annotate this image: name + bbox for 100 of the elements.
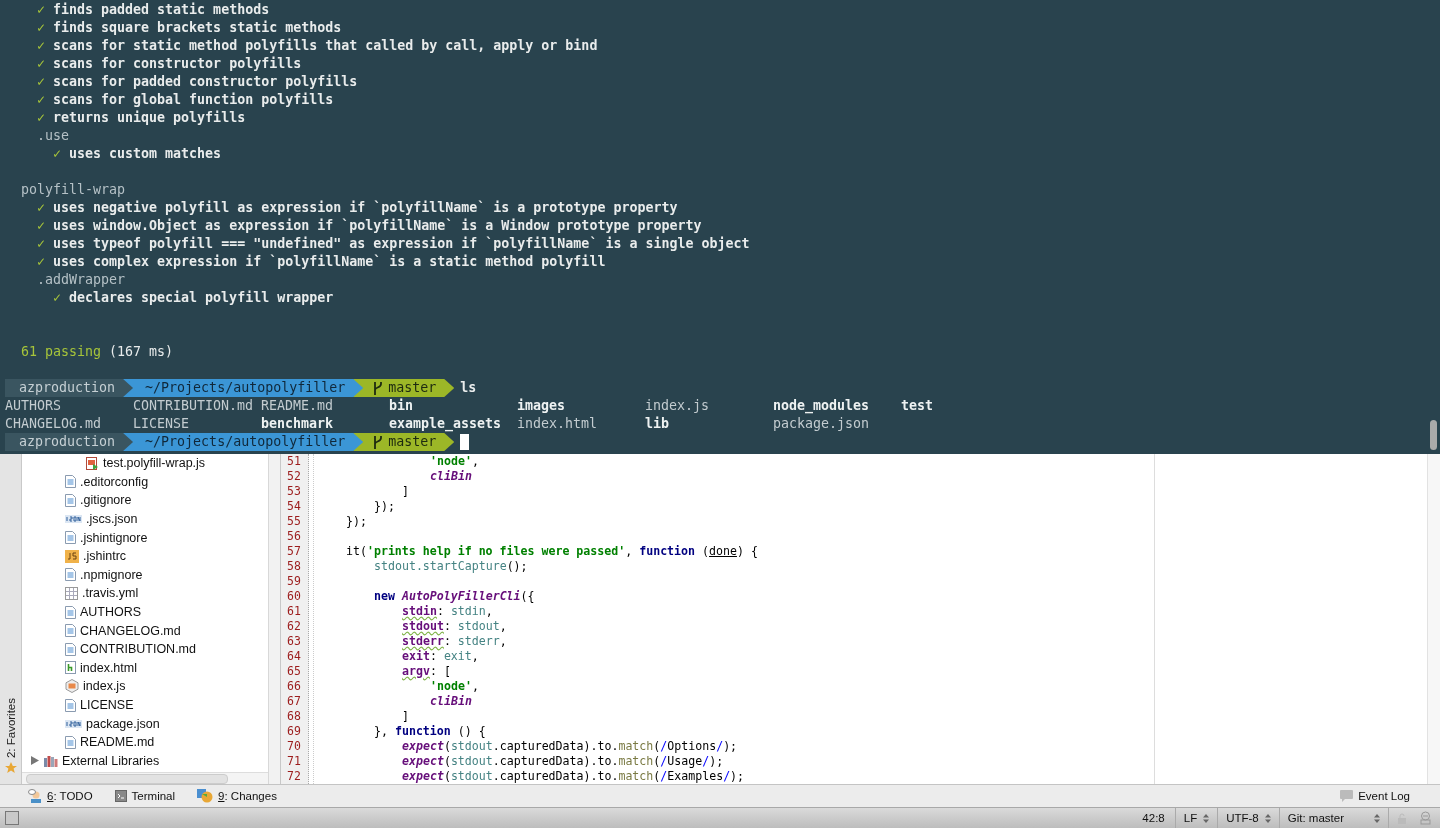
file-icon xyxy=(65,735,76,749)
file-name: AUTHORS xyxy=(5,397,63,415)
command-text: ls xyxy=(460,379,477,397)
prompt-path-segment: ~/Projects/autopolyfiller xyxy=(123,379,364,397)
line-number: 67 xyxy=(286,694,302,709)
check-mark: ✓ xyxy=(37,55,45,73)
file-icon xyxy=(65,475,76,489)
passing-count: 61 passing xyxy=(21,343,102,361)
tree-item[interactable]: .jshintignore xyxy=(80,530,148,545)
file-icon xyxy=(65,494,76,507)
tree-item[interactable]: test.polyfill-wrap.js xyxy=(103,456,206,471)
code-line: expect(stdout.capturedData).to.match(/Examples/); xyxy=(401,769,746,784)
check-mark: ✓ xyxy=(37,91,45,109)
line-number: 63 xyxy=(286,634,302,649)
line-separator-selector[interactable]: LF xyxy=(1183,812,1198,824)
suite-title: polyfill-wrap xyxy=(21,181,126,199)
test-result: uses custom matches xyxy=(69,145,222,163)
directory-name: bin xyxy=(389,397,415,415)
tool-window-button[interactable]: 6: TODO xyxy=(28,789,93,803)
tool-window-button[interactable]: Terminal xyxy=(114,790,176,802)
line-number: 65 xyxy=(286,664,302,679)
json-file-icon xyxy=(65,515,82,524)
line-number: 53 xyxy=(286,484,302,499)
suite-title: .use xyxy=(37,127,70,145)
tree-item[interactable]: README.md xyxy=(80,735,155,750)
code-line: new AutoPolyFillerCli({ xyxy=(373,589,536,604)
lock-icon[interactable] xyxy=(1397,812,1407,824)
directory-name: node_modules xyxy=(773,397,871,415)
tree-item[interactable]: index.js xyxy=(83,679,126,694)
file-name: index.html xyxy=(517,415,599,433)
tree-item[interactable]: CHANGELOG.md xyxy=(80,623,181,638)
encoding-selector[interactable]: UTF-8 xyxy=(1226,812,1259,824)
line-number: 66 xyxy=(286,679,302,694)
prompt-user-segment: azproduction xyxy=(5,433,134,451)
line-number: 54 xyxy=(286,499,302,514)
tool-window-button[interactable]: 9: Changes xyxy=(197,789,277,803)
speech-bubble-icon xyxy=(1340,790,1354,802)
line-number: 68 xyxy=(286,709,302,724)
square-icon[interactable] xyxy=(5,811,19,825)
file-name: CHANGELOG.md xyxy=(5,415,103,433)
code-line: ] xyxy=(401,709,410,724)
prompt-branch-segment: master xyxy=(353,433,455,451)
code-line: }); xyxy=(373,499,396,514)
tree-item[interactable]: External Libraries xyxy=(62,753,160,768)
test-result: declares special polyfill wrapper xyxy=(69,289,334,307)
branch-icon xyxy=(373,381,383,395)
directory-name: benchmark xyxy=(261,415,335,433)
tree-item[interactable]: AUTHORS xyxy=(80,605,142,620)
test-result: scans for constructor polyfills xyxy=(53,55,302,73)
scroll-thumb[interactable] xyxy=(26,773,228,784)
code-line: argv: [ xyxy=(401,664,452,679)
favorites-tab[interactable]: 2: Favorites xyxy=(4,697,17,758)
line-number: 62 xyxy=(286,619,302,634)
test-result: scans for static method polyfills that called by call, apply or bind xyxy=(53,37,598,55)
vcs-branch-selector[interactable]: Git: master xyxy=(1287,812,1344,824)
test-result: scans for padded constructor polyfills xyxy=(53,73,358,91)
directory-name: example_assets xyxy=(389,415,503,433)
prompt-path-segment: ~/Projects/autopolyfiller xyxy=(123,433,364,451)
line-number: 64 xyxy=(286,649,302,664)
tree-item[interactable]: index.html xyxy=(80,660,137,675)
code-line: stdout.startCapture(); xyxy=(373,559,529,574)
tree-item[interactable]: package.json xyxy=(86,716,160,731)
code-line: stdin: stdin, xyxy=(401,604,494,619)
scroll-thumb[interactable] xyxy=(1430,420,1437,450)
code-line: it('prints help if no files were passed', function (done) { xyxy=(345,544,759,559)
code-line: 'node', xyxy=(429,679,480,694)
tree-item[interactable]: .jscs.json xyxy=(86,512,138,527)
tree-item[interactable]: .travis.yml xyxy=(82,586,139,601)
code-line: cliBin xyxy=(429,469,473,484)
check-mark: ✓ xyxy=(37,1,45,19)
file-icon xyxy=(65,605,76,619)
test-result: finds square brackets static methods xyxy=(53,19,342,37)
tree-item[interactable]: .editorconfig xyxy=(80,474,149,489)
file-name: README.md xyxy=(261,397,335,415)
tree-item[interactable]: .npmignore xyxy=(80,567,143,582)
caret-position[interactable]: 42:8 xyxy=(1134,808,1175,828)
check-mark: ✓ xyxy=(53,289,61,307)
event-log-button[interactable]: Event Log xyxy=(1340,790,1410,802)
line-number: 52 xyxy=(286,469,302,484)
inspector-icon[interactable] xyxy=(1419,811,1432,825)
code-line: stderr: stderr, xyxy=(401,634,508,649)
line-number: 55 xyxy=(286,514,302,529)
tree-item[interactable]: LICENSE xyxy=(80,698,134,712)
tree-item[interactable]: CONTRIBUTION.md xyxy=(80,642,196,657)
prompt-user-segment: azproduction xyxy=(5,379,134,397)
tree-item[interactable]: .jshintrc xyxy=(83,549,127,564)
test-result: scans for global function polyfills xyxy=(53,91,334,109)
expand-arrow-icon[interactable] xyxy=(31,756,39,766)
star-icon xyxy=(4,762,17,774)
code-line: exit: exit, xyxy=(401,649,480,664)
tree-item[interactable]: .gitignore xyxy=(80,493,132,508)
code-line: }); xyxy=(345,514,368,529)
text-cursor xyxy=(460,434,470,450)
terminal-icon xyxy=(114,790,127,802)
up-down-icon xyxy=(1264,813,1271,823)
json-file-icon xyxy=(65,719,82,728)
up-down-icon xyxy=(1203,813,1210,823)
line-number: 69 xyxy=(286,724,302,739)
code-line: stdout: stdout, xyxy=(401,619,508,634)
directory-name: images xyxy=(517,397,567,415)
